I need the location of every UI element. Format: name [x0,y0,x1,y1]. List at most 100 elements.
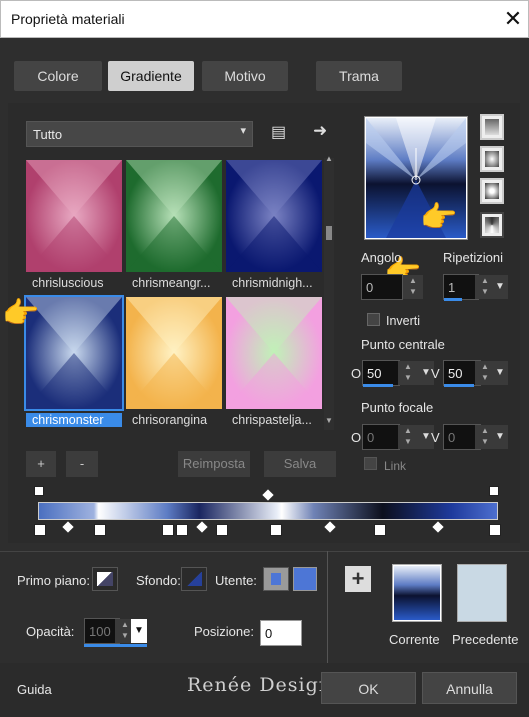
book-icon[interactable]: ▤ [271,122,291,142]
tab-colore[interactable]: Colore [14,61,102,91]
focal-label: Punto focale [361,400,434,415]
focal-v-label: V [431,430,440,445]
color-stop-marker[interactable] [34,524,46,536]
close-icon[interactable]: ✕ [499,5,527,33]
sunburst-style-icon[interactable] [480,212,504,238]
center-h-stepper[interactable]: ▲ ▼ [398,361,418,385]
repeats-dropdown[interactable]: ▼ [492,275,508,299]
gradient-thumbnail-label: chrisluscious [32,276,104,290]
divider [327,551,328,663]
pointer-hand-icon: 👉 [420,201,458,234]
cancel-button[interactable]: Annulla [422,672,517,704]
opacity-label: Opacità: [26,624,75,639]
gradient-thumbnail-label: chrismonster [26,413,122,427]
gradient-scrollbar[interactable]: ▲ ▼ [324,154,334,430]
link-label: Link [384,459,407,473]
position-input[interactable]: 0 [260,620,302,646]
gradient-thumbnail-label: chrispastelja... [232,413,312,427]
angle-stepper[interactable]: ▲ ▼ [403,275,423,299]
watermark: Renée Design [187,674,333,696]
gradient-thumbnail-label: chrismidnigh... [232,276,313,290]
focal-h-label: O [351,430,362,445]
invert-checkbox[interactable] [367,313,380,326]
arrow-right-icon[interactable]: ➜ [313,121,333,141]
user-swatch-small[interactable] [263,567,289,591]
center-v-slider[interactable] [444,384,474,387]
category-select[interactable]: Tutto ▾ [26,121,253,147]
color-stop-marker[interactable] [162,524,174,536]
previous-label: Precedente [452,632,519,647]
scroll-thumb[interactable] [326,226,332,240]
gradient-thumbnail[interactable]: chrismidnigh... [226,160,322,290]
radial-style-icon[interactable] [480,178,504,204]
gradient-thumbnail-label: chrismeangr... [132,276,211,290]
title-bar: Proprietà materiali ✕ [0,0,529,38]
angle-input[interactable]: 0 [361,274,403,300]
foreground-stop-marker[interactable] [34,486,44,496]
category-value: Tutto [33,127,63,142]
color-stop-marker[interactable] [270,524,282,536]
ok-button[interactable]: OK [321,672,416,704]
color-stop-marker[interactable] [176,524,188,536]
focal-h-stepper[interactable]: ▲ ▼ [398,425,418,449]
color-stop-marker[interactable] [489,524,501,536]
color-stop-marker[interactable] [374,524,386,536]
focal-v-dropdown[interactable]: ▼ [492,425,508,449]
remove-gradient-button[interactable]: - [66,451,98,477]
current-label: Corrente [389,632,440,647]
repeats-input[interactable]: 1 [443,274,479,300]
pointer-hand-icon: 👉 [2,297,40,330]
tab-trama[interactable]: Trama [316,61,402,91]
thumbnail-image [26,297,122,409]
foreground-label: Primo piano: [17,573,90,588]
add-swatch-button[interactable]: + [345,566,371,592]
position-label: Posizione: [194,624,254,639]
gradient-bar[interactable] [38,502,498,520]
center-label: Punto centrale [361,337,445,352]
thumbnail-image [26,160,122,272]
add-gradient-button[interactable]: + [26,451,56,477]
reset-button[interactable]: Reimposta [178,451,250,477]
user-color-swatch[interactable] [293,567,317,591]
tab-gradiente[interactable]: Gradiente [108,61,194,91]
save-gradient-button[interactable]: Salva [264,451,336,477]
opacity-slider[interactable] [84,644,147,647]
background-swatch[interactable] [181,567,207,591]
chevron-down-icon: ▾ [240,125,246,137]
color-stop-marker[interactable] [94,524,106,536]
center-h-input[interactable]: 50 [362,360,400,386]
repeats-slider[interactable] [444,298,462,301]
angle-label: Angolo [361,250,402,265]
gradient-thumbnail-label: chrisorangina [132,413,208,427]
gradient-thumbnail[interactable]: chrisorangina [126,297,222,427]
focal-h-input[interactable]: 0 [362,424,400,450]
linear-style-icon[interactable] [480,114,504,140]
thumbnail-image [126,297,222,409]
center-h-label: O [351,366,362,381]
previous-swatch[interactable] [457,564,507,622]
center-v-dropdown[interactable]: ▼ [492,361,508,385]
gradient-thumbnail[interactable]: chrismeangr... [126,160,222,290]
invert-label: Inverti [386,314,421,328]
window-title: Proprietà materiali [11,11,125,27]
rectangular-style-icon[interactable] [480,146,504,172]
center-v-label: V [431,366,440,381]
gradient-thumbnail[interactable]: chrispastelja... [226,297,322,427]
scroll-up-icon[interactable]: ▲ [325,154,333,163]
link-checkbox[interactable] [364,457,377,470]
tab-motivo[interactable]: Motivo [202,61,288,91]
gradient-thumbnail[interactable]: chrismonster [24,295,124,427]
background-stop-marker[interactable] [489,486,499,496]
current-swatch[interactable] [392,564,442,622]
thumbnail-image [226,160,322,272]
color-stop-marker[interactable] [216,524,228,536]
gradient-thumbnail[interactable]: chrisluscious [26,160,122,290]
scroll-down-icon[interactable]: ▼ [325,416,333,425]
opacity-dropdown[interactable]: ▼ [131,619,147,643]
help-link[interactable]: Guida [17,682,52,697]
thumbnail-image [126,160,222,272]
foreground-swatch[interactable] [92,567,118,591]
user-label: Utente: [215,573,257,588]
center-h-slider[interactable] [363,384,393,387]
thumbnail-image [226,297,322,409]
